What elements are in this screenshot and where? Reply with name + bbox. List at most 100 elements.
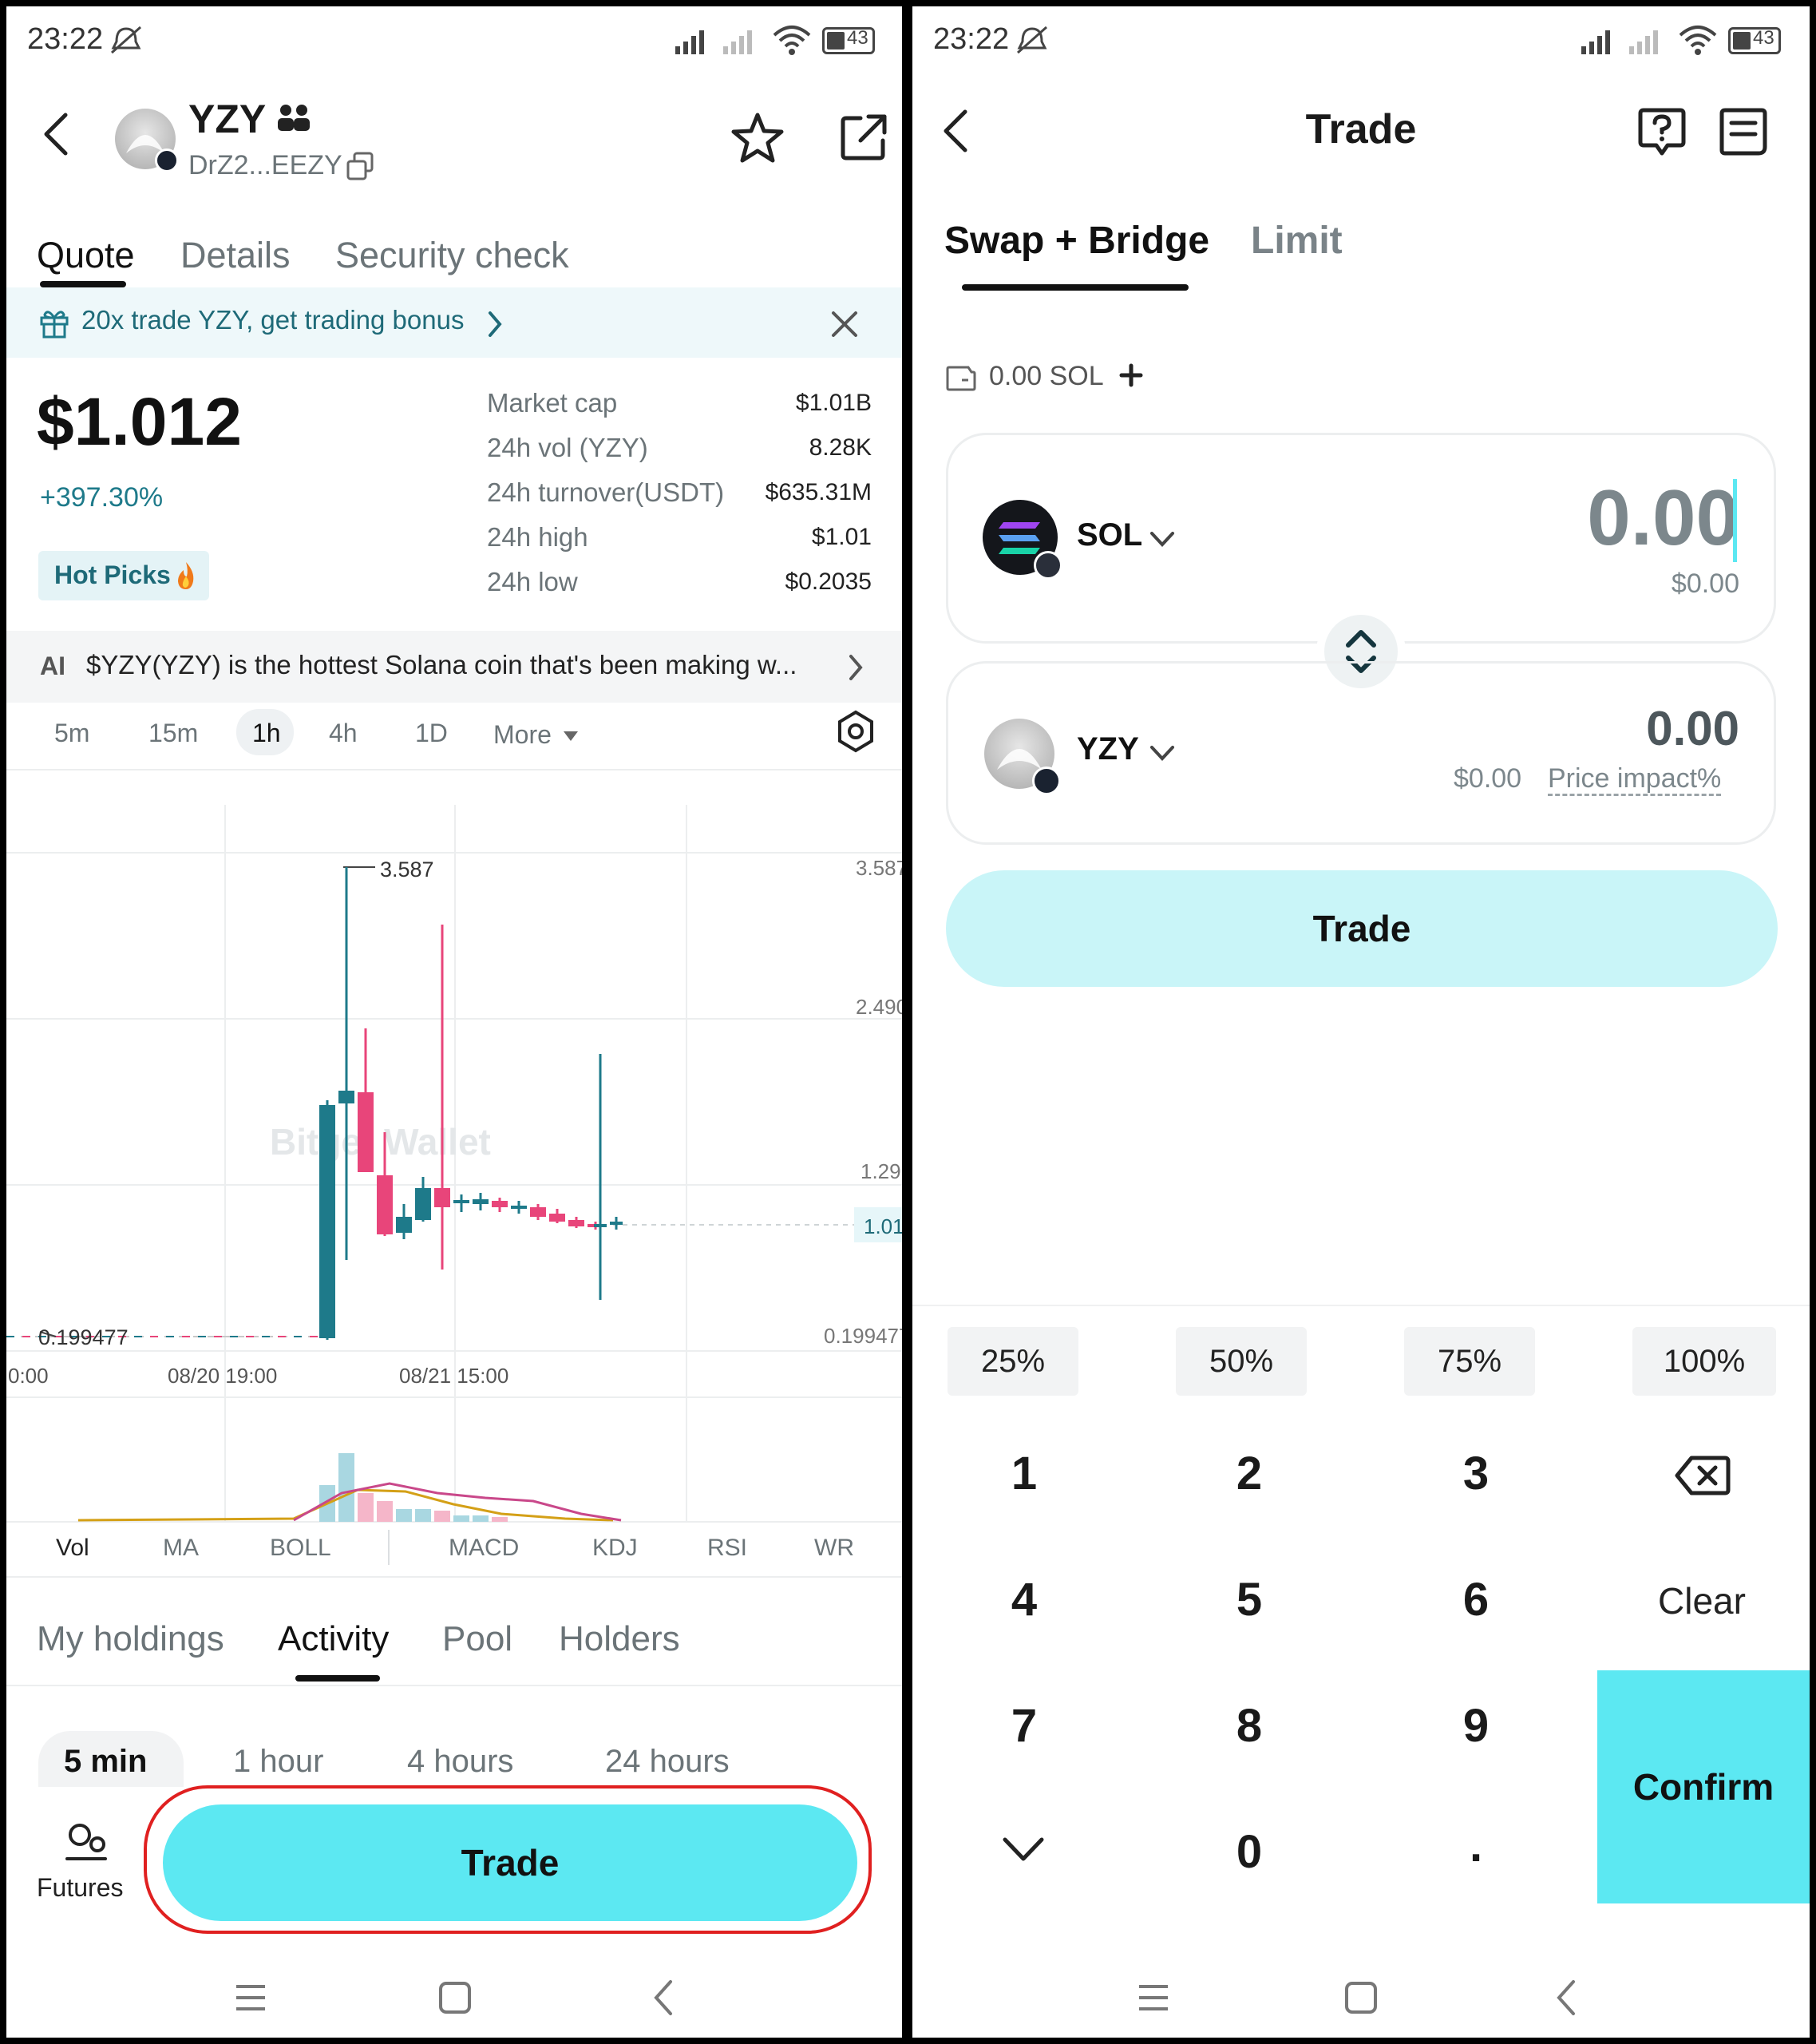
chevron-down-icon[interactable] [1149,530,1176,549]
volume-bars [77,1453,622,1522]
tab-quote-underline [40,281,126,287]
chain-badge-icon [1032,766,1061,795]
help-icon[interactable] [1636,105,1688,158]
key-5[interactable]: 5 [1169,1573,1329,1626]
favorite-star-icon[interactable] [730,110,785,166]
share-icon[interactable] [837,110,892,166]
back-icon[interactable] [40,110,72,158]
add-funds-icon[interactable] [1117,361,1145,390]
timeframe-1d[interactable]: 1D [415,719,448,748]
backspace-icon[interactable] [1674,1453,1731,1498]
tab-swap-underline [962,284,1189,291]
tab-holders[interactable]: Holders [559,1619,680,1659]
key-2[interactable]: 2 [1169,1447,1329,1500]
price-chart[interactable]: Bitget Wallet 3.587 0.199477 3.587 2.490… [6,765,902,1563]
promo-banner[interactable]: 20x trade YZY, get trading bonus [6,287,902,358]
y-axis-label: 2.490 [856,995,902,1019]
timeframe-1h[interactable]: 1h [252,719,281,748]
key-0[interactable]: 0 [1169,1825,1329,1879]
timeframe-5m[interactable]: 5m [54,719,89,748]
candle [434,1188,450,1207]
tab-limit[interactable]: Limit [1251,219,1343,263]
x-axis-label: 0:00 [8,1364,49,1388]
percent-100-button[interactable]: 100% [1632,1327,1776,1396]
caret-down-icon [564,731,578,741]
close-icon[interactable] [829,308,861,340]
status-time: 23:22 [27,22,104,56]
yzy-token-avatar [984,719,1061,795]
percent-25-button[interactable]: 25% [948,1327,1078,1396]
settings-icon[interactable] [833,709,878,754]
chart-low-label: 0.199477 [38,1325,129,1349]
community-icon [278,105,310,131]
key-3[interactable]: 3 [1396,1447,1556,1500]
chart-high-label: 3.587 [380,858,434,881]
key-6[interactable]: 6 [1396,1573,1556,1626]
tab-quote[interactable]: Quote [37,235,135,276]
percent-75-button[interactable]: 75% [1404,1327,1535,1396]
tab-pool[interactable]: Pool [442,1619,512,1659]
trade-button[interactable]: Trade [163,1804,857,1921]
copy-icon[interactable] [345,150,377,182]
chevron-down-icon[interactable] [1149,744,1176,763]
key-1[interactable]: 1 [944,1447,1104,1500]
candle [358,1092,374,1172]
period-24hours[interactable]: 24 hours [605,1744,730,1780]
nav-menu-icon[interactable] [233,1982,268,2014]
key-clear[interactable]: Clear [1620,1579,1784,1622]
tab-my-holdings[interactable]: My holdings [37,1619,224,1659]
to-token-symbol[interactable]: YZY [1077,731,1139,767]
period-5min[interactable]: 5 min [64,1744,147,1780]
from-token-symbol[interactable]: SOL [1077,517,1142,553]
percent-50-button[interactable]: 50% [1176,1327,1307,1396]
to-amount: 0.00 [1646,702,1739,755]
price-impact-link[interactable]: Price impact% [1548,763,1722,796]
indicator-vol[interactable]: Vol [56,1535,89,1562]
from-amount-input[interactable]: 0.00 [1587,473,1739,563]
indicator-rsi[interactable]: RSI [707,1535,747,1562]
indicator-macd[interactable]: MACD [449,1535,519,1562]
indicator-boll[interactable]: BOLL [270,1535,331,1562]
gift-icon [40,311,69,339]
tab-security-check[interactable]: Security check [335,235,569,276]
nav-home-icon[interactable] [1343,1980,1379,2015]
divider [6,1685,902,1686]
futures-label[interactable]: Futures [37,1873,123,1903]
timeframe-4h[interactable]: 4h [329,719,358,748]
tab-details[interactable]: Details [180,235,291,276]
indicator-wr[interactable]: WR [814,1535,854,1562]
key-4[interactable]: 4 [944,1573,1104,1626]
indicator-kdj[interactable]: KDJ [592,1535,638,1562]
stat-low-value: $0.2035 [785,568,872,595]
confirm-button[interactable]: Confirm [1597,1670,1810,1903]
key-8[interactable]: 8 [1169,1699,1329,1753]
status-time: 23:22 [933,22,1010,56]
trade-submit-button[interactable]: Trade [946,870,1778,987]
period-4hours[interactable]: 4 hours [407,1744,513,1780]
nav-home-icon[interactable] [437,1980,473,2015]
divider [6,1576,902,1578]
period-1hour[interactable]: 1 hour [233,1744,323,1780]
key-7[interactable]: 7 [944,1699,1104,1753]
battery-icon: 43 [1728,27,1781,54]
timeframe-15m[interactable]: 15m [148,719,198,748]
token-address: DrZ2...EEZY [188,150,342,180]
stat-turnover-label: 24h turnover(USDT) [487,477,725,507]
key-decimal[interactable]: . [1396,1819,1556,1872]
candle [492,1201,508,1207]
tab-swap-bridge[interactable]: Swap + Bridge [944,219,1209,263]
tab-activity[interactable]: Activity [278,1619,389,1659]
nav-back-icon[interactable] [1554,1979,1578,2017]
hot-picks-badge[interactable]: Hot Picks [38,551,209,600]
key-9[interactable]: 9 [1396,1699,1556,1753]
candle [319,1105,335,1338]
indicator-ma[interactable]: MA [163,1535,199,1562]
hide-keypad-icon[interactable] [1000,1835,1046,1864]
nav-back-icon[interactable] [651,1979,675,2017]
mute-icon [1017,26,1047,54]
ai-summary-bar[interactable]: AI $YZY(YZY) is the hottest Solana coin … [6,631,902,703]
order-history-icon[interactable] [1717,105,1770,158]
nav-menu-icon[interactable] [1136,1982,1171,2014]
trade-screen: 23:22 43 Trade Swap + Bridge Limit 0.00 … [912,6,1810,2038]
timeframe-more[interactable]: More [493,720,552,750]
